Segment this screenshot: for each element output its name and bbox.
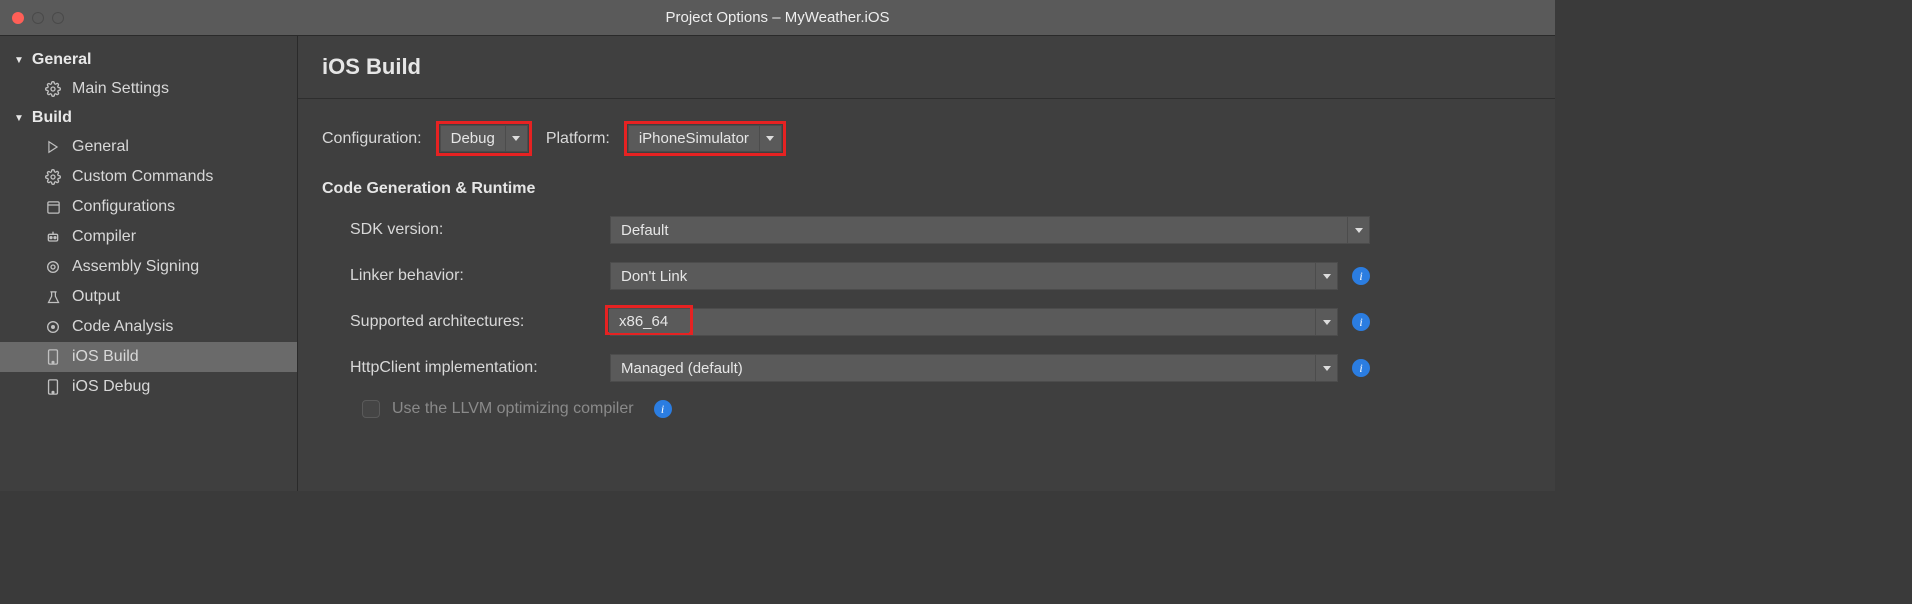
fullscreen-window-button[interactable]: [52, 12, 64, 24]
configuration-label: Configuration:: [322, 130, 422, 148]
platform-dropdown[interactable]: iPhoneSimulator: [628, 125, 782, 152]
sidebar-item-label: iOS Debug: [72, 378, 150, 396]
platform-label: Platform:: [546, 130, 610, 148]
http-dropdown[interactable]: Managed (default): [610, 354, 1338, 382]
linker-row: Linker behavior: Don't Link i: [322, 262, 1531, 290]
phone-icon: [44, 378, 62, 396]
section-title: Code Generation & Runtime: [322, 180, 1531, 198]
dropdown-value: iPhoneSimulator: [629, 130, 759, 147]
sidebar: ▼ General Main Settings ▼ Build General …: [0, 36, 298, 491]
sidebar-item-code-analysis[interactable]: Code Analysis: [0, 312, 297, 342]
arch-combobox[interactable]: [610, 308, 1338, 336]
sdk-row: SDK version: Default: [322, 216, 1531, 244]
configuration-dropdown[interactable]: Debug: [440, 125, 528, 152]
sidebar-item-label: Assembly Signing: [72, 258, 199, 276]
sidebar-item-label: Custom Commands: [72, 168, 213, 186]
sidebar-item-custom-commands[interactable]: Custom Commands: [0, 162, 297, 192]
llvm-label: Use the LLVM optimizing compiler: [392, 400, 634, 418]
flask-icon: [44, 288, 62, 306]
sidebar-item-assembly-signing[interactable]: Assembly Signing: [0, 252, 297, 282]
sidebar-item-label: Configurations: [72, 198, 175, 216]
http-row: HttpClient implementation: Managed (defa…: [322, 354, 1531, 382]
minimize-window-button[interactable]: [32, 12, 44, 24]
http-label: HttpClient implementation:: [350, 359, 610, 377]
llvm-row: Use the LLVM optimizing compiler i: [322, 400, 1531, 418]
gear-icon: [44, 80, 62, 98]
highlight-arch: [605, 305, 693, 335]
highlight-configuration: Debug: [436, 121, 532, 156]
close-window-button[interactable]: [12, 12, 24, 24]
arch-input-highlight[interactable]: [609, 309, 689, 333]
sidebar-section-general[interactable]: ▼ General: [0, 46, 297, 74]
sidebar-item-label: Main Settings: [72, 80, 169, 98]
page-title: iOS Build: [322, 54, 1531, 80]
sidebar-section-label: General: [32, 51, 92, 69]
sidebar-item-label: General: [72, 138, 129, 156]
linker-dropdown[interactable]: Don't Link: [610, 262, 1338, 290]
chevron-down-icon: [505, 126, 527, 151]
titlebar: Project Options – MyWeather.iOS: [0, 0, 1555, 36]
chevron-down-icon: [1315, 355, 1337, 381]
config-row: Configuration: Debug Platform: iPhoneSim…: [322, 121, 1531, 156]
play-icon: [44, 138, 62, 156]
sidebar-item-ios-debug[interactable]: iOS Debug: [0, 372, 297, 402]
main-panel: iOS Build Configuration: Debug Platform:…: [298, 36, 1555, 491]
info-icon[interactable]: i: [1352, 267, 1370, 285]
highlight-platform: iPhoneSimulator: [624, 121, 786, 156]
sidebar-section-build[interactable]: ▼ Build: [0, 104, 297, 132]
sidebar-item-configurations[interactable]: Configurations: [0, 192, 297, 222]
sidebar-item-general[interactable]: General: [0, 132, 297, 162]
dropdown-value: Default: [611, 222, 1347, 239]
sdk-dropdown[interactable]: Default: [610, 216, 1370, 244]
sidebar-item-compiler[interactable]: Compiler: [0, 222, 297, 252]
chevron-down-icon: ▼: [14, 113, 24, 124]
robot-icon: [44, 228, 62, 246]
sidebar-item-main-settings[interactable]: Main Settings: [0, 74, 297, 104]
dropdown-value: Don't Link: [611, 268, 1315, 285]
info-icon[interactable]: i: [1352, 313, 1370, 331]
info-icon[interactable]: i: [654, 400, 672, 418]
arch-row: Supported architectures: i: [322, 308, 1531, 336]
phone-icon: [44, 348, 62, 366]
sidebar-item-output[interactable]: Output: [0, 282, 297, 312]
linker-label: Linker behavior:: [350, 267, 610, 285]
gear-icon: [44, 168, 62, 186]
chevron-down-icon: [759, 126, 781, 151]
sdk-label: SDK version:: [350, 221, 610, 239]
dropdown-value: Debug: [441, 130, 505, 147]
sidebar-item-label: Output: [72, 288, 120, 306]
llvm-checkbox[interactable]: [362, 400, 380, 418]
dropdown-value: Managed (default): [611, 360, 1315, 377]
sidebar-section-label: Build: [32, 109, 72, 127]
sidebar-item-ios-build[interactable]: iOS Build: [0, 342, 297, 372]
chevron-down-icon: [1315, 263, 1337, 289]
target-icon: [44, 318, 62, 336]
sidebar-item-label: Compiler: [72, 228, 136, 246]
sidebar-item-label: Code Analysis: [72, 318, 173, 336]
info-icon[interactable]: i: [1352, 359, 1370, 377]
window-icon: [44, 198, 62, 216]
chevron-down-icon: ▼: [14, 55, 24, 66]
traffic-lights: [12, 12, 64, 24]
chevron-down-icon: [1347, 217, 1369, 243]
chevron-down-icon: [1315, 309, 1337, 335]
main-header: iOS Build: [298, 36, 1555, 99]
arch-label: Supported architectures:: [350, 313, 610, 331]
window-title: Project Options – MyWeather.iOS: [666, 9, 890, 26]
sidebar-item-label: iOS Build: [72, 348, 139, 366]
seal-icon: [44, 258, 62, 276]
